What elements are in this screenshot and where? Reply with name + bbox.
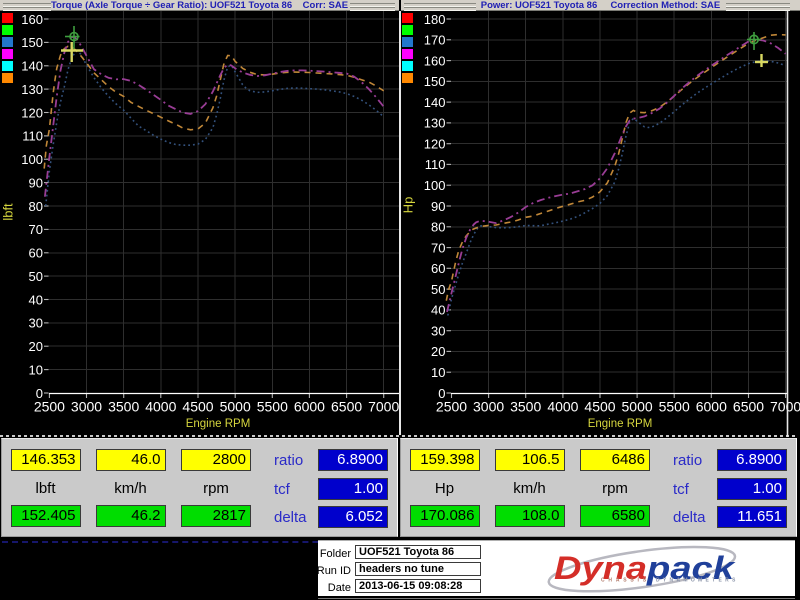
svg-text:90: 90 (29, 175, 43, 190)
svg-text:3500: 3500 (108, 399, 139, 415)
svg-text:100: 100 (424, 178, 446, 193)
svg-text:20: 20 (431, 344, 445, 359)
svg-text:110: 110 (22, 129, 43, 144)
svg-text:10: 10 (29, 362, 43, 377)
svg-text:60: 60 (29, 246, 43, 261)
svg-text:3000: 3000 (71, 399, 102, 415)
svg-text:4000: 4000 (145, 399, 176, 415)
svg-text:6500: 6500 (331, 399, 362, 415)
svg-text:6000: 6000 (294, 399, 325, 415)
svg-text:30: 30 (29, 316, 43, 331)
svg-text:60: 60 (431, 261, 445, 276)
svg-text:2500: 2500 (436, 399, 467, 415)
svg-text:70: 70 (29, 222, 43, 237)
svg-text:7000: 7000 (770, 399, 800, 415)
svg-text:4500: 4500 (182, 399, 213, 415)
svg-text:DYNAMOMETERS: DYNAMOMETERS (656, 578, 739, 584)
svg-text:6000: 6000 (696, 399, 727, 415)
svg-text:130: 130 (21, 82, 43, 97)
svg-text:3500: 3500 (510, 399, 541, 415)
svg-text:120: 120 (21, 105, 43, 120)
svg-text:70: 70 (431, 240, 445, 255)
svg-text:5000: 5000 (622, 399, 653, 415)
svg-text:20: 20 (29, 339, 43, 354)
svg-text:80: 80 (431, 220, 445, 235)
svg-text:lbft: lbft (1, 203, 16, 221)
svg-text:3000: 3000 (473, 399, 504, 415)
svg-text:4000: 4000 (547, 399, 578, 415)
svg-text:120: 120 (424, 137, 446, 152)
svg-text:Engine RPM: Engine RPM (186, 418, 251, 430)
svg-text:140: 140 (424, 95, 446, 110)
svg-text:180: 180 (424, 12, 446, 27)
svg-text:160: 160 (21, 12, 43, 27)
svg-text:50: 50 (29, 269, 43, 284)
svg-text:100: 100 (21, 152, 43, 167)
svg-text:5500: 5500 (659, 399, 690, 415)
svg-text:80: 80 (29, 199, 43, 214)
svg-text:6500: 6500 (733, 399, 764, 415)
svg-text:140: 140 (21, 59, 43, 74)
svg-text:40: 40 (29, 292, 43, 307)
svg-text:5500: 5500 (257, 399, 288, 415)
svg-text:30: 30 (431, 324, 445, 339)
svg-text:Hp: Hp (401, 197, 416, 214)
svg-text:Engine RPM: Engine RPM (588, 418, 653, 430)
svg-text:10: 10 (431, 365, 445, 380)
svg-text:2500: 2500 (34, 399, 65, 415)
svg-text:150: 150 (424, 74, 446, 89)
svg-text:90: 90 (431, 199, 445, 214)
svg-text:150: 150 (21, 35, 43, 50)
svg-text:5000: 5000 (220, 399, 251, 415)
svg-text:CHASSIS: CHASSIS (601, 578, 650, 584)
svg-text:40: 40 (431, 303, 445, 318)
svg-text:50: 50 (431, 282, 445, 297)
svg-text:170: 170 (424, 33, 446, 48)
svg-text:110: 110 (425, 157, 446, 172)
svg-text:7000: 7000 (368, 399, 399, 415)
svg-text:160: 160 (424, 53, 446, 68)
svg-text:4500: 4500 (584, 399, 615, 415)
svg-text:130: 130 (424, 116, 446, 131)
